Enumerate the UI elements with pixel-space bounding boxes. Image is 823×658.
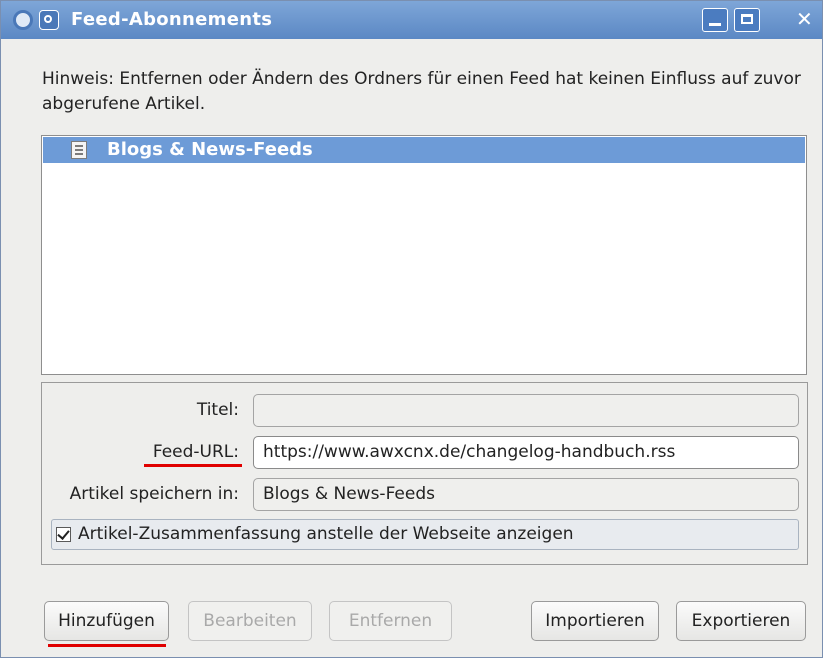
save-in-label: Artikel speichern in:	[69, 484, 239, 504]
close-button[interactable]: ✕	[796, 7, 822, 31]
list-item[interactable]: Blogs & News-Feeds	[43, 137, 805, 163]
feed-url-field[interactable]: https://www.awxcnx.de/changelog-handbuch…	[253, 436, 799, 469]
export-button[interactable]: Exportieren	[676, 601, 806, 641]
summary-checkbox[interactable]	[56, 527, 71, 542]
save-in-folder-select[interactable]: Blogs & News-Feeds	[253, 478, 799, 511]
minimize-button[interactable]	[702, 8, 728, 32]
window-title: Feed-Abonnements	[71, 9, 273, 30]
title-field[interactable]	[253, 394, 799, 427]
annotation-underline-add	[48, 644, 166, 647]
title-label: Titel:	[196, 400, 239, 420]
import-button[interactable]: Importieren	[531, 601, 659, 641]
remove-button[interactable]: Entfernen	[329, 601, 452, 641]
feed-url-label: Feed-URL:	[152, 442, 239, 462]
list-item-label: Blogs & News-Feeds	[107, 139, 313, 160]
window-menu-icon[interactable]	[39, 10, 59, 30]
folder-icon	[71, 141, 87, 159]
maximize-button[interactable]	[734, 8, 760, 32]
hint-text: Hinweis: Entfernen oder Ändern des Ordne…	[42, 69, 801, 114]
add-button[interactable]: Hinzufügen	[44, 601, 169, 641]
edit-button[interactable]: Bearbeiten	[188, 601, 312, 641]
app-icon[interactable]	[13, 10, 33, 30]
summary-checkbox-label: Artikel-Zusammenfassung anstelle der Web…	[78, 524, 574, 544]
summary-checkbox-row[interactable]: Artikel-Zusammenfassung anstelle der Web…	[51, 519, 799, 550]
feed-tree[interactable]: Blogs & News-Feeds	[41, 135, 807, 375]
feed-subscriptions-window: Feed-Abonnements ✕ Hinweis: Entfernen od…	[0, 0, 823, 658]
title-bar[interactable]: Feed-Abonnements ✕	[1, 1, 822, 39]
annotation-underline-url	[144, 464, 242, 467]
